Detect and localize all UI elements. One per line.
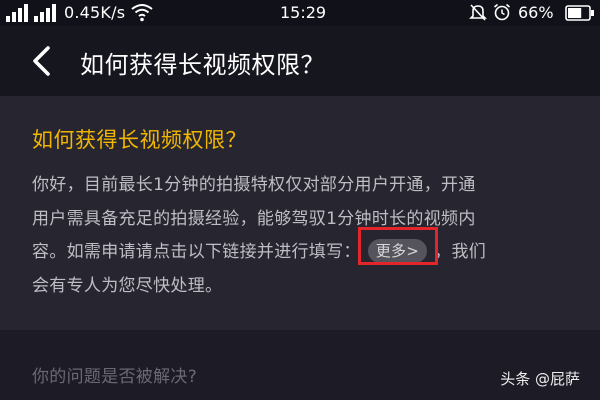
answer-line: 你好，目前最长1分钟的拍摄特权仅对部分用户开通，开通 [32,175,476,195]
more-link-button[interactable]: 更多> [367,239,428,263]
network-speed: 0.45K/s [64,3,126,22]
back-button[interactable] [22,42,60,80]
wifi-icon [131,2,153,26]
alarm-clock-icon [492,2,512,26]
answer-text: 你好，目前最长1分钟的拍摄特权仅对部分用户开通，开通 用户需具备充足的拍摄经验，… [32,169,572,303]
question-title: 如何获得长视频权限？ [32,128,247,152]
app-screen: 0.45K/s 15:29 66% 如何获得长视频权限？ 如何获得长视频权限？ … [0,0,600,400]
feedback-prompt: 你的问题是否被解决? [32,367,198,387]
battery-percent: 66% [518,3,554,22]
answer-card: 如何获得长视频权限？ 你好，目前最长1分钟的拍摄特权仅对部分用户开通，开通 用户… [0,96,600,330]
bell-mute-icon [468,2,488,26]
answer-line-part: ，我们 [434,242,487,262]
answer-line: 用户需具备充足的拍摄经验，能够驾驭1分钟时长的视频内 [32,208,476,229]
more-link-wrapper: 更多> [357,227,438,270]
answer-line: 会有专人为您尽快处理。 [32,275,223,296]
page-title: 如何获得长视频权限？ [80,51,325,79]
battery-icon [565,5,595,25]
navigation-header: 如何获得长视频权限？ [0,26,600,96]
answer-line-part: 容。如需申请请点击以下链接并进行填写： [32,242,361,262]
watermark: 头条 @屁萨 [500,370,580,388]
clock-time: 15:29 [280,3,327,22]
status-bar: 0.45K/s 15:29 66% [0,0,600,26]
chevron-left-icon [33,46,50,76]
cellular-signal-icon [6,3,58,27]
answer-line: 容。如需申请请点击以下链接并进行填写： 更多> ，我们 [32,227,572,270]
